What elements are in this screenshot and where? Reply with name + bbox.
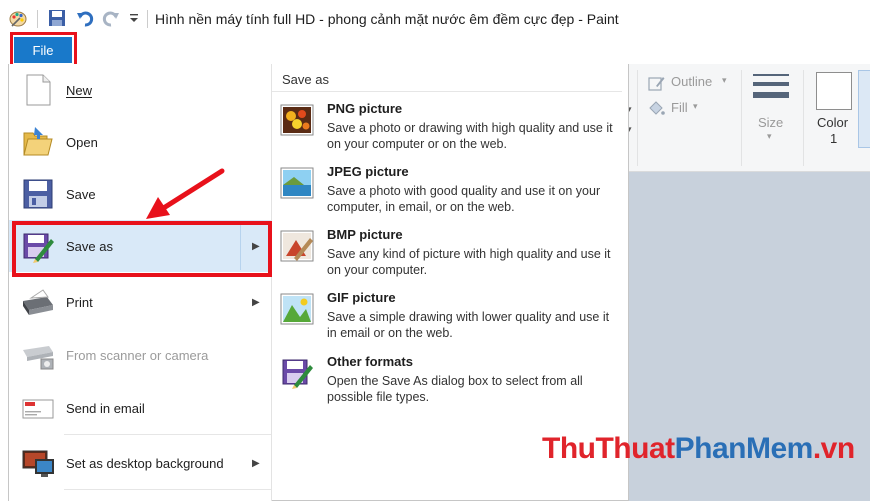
gif-picture-title: GIF picture (327, 290, 396, 305)
scanner-icon (21, 338, 55, 372)
save-option-gif[interactable]: GIF picture Save a simple drawing with l… (280, 290, 620, 352)
menu-item-send-email[interactable]: Send in email (9, 382, 271, 434)
png-picture-icon (280, 102, 316, 138)
print-submenu-arrow-icon[interactable]: ▶ (252, 297, 260, 308)
menu-item-open[interactable]: Open (9, 116, 271, 168)
other-formats-description: Open the Save As dialog box to select fr… (327, 374, 583, 404)
save-option-other-formats[interactable]: Other formats Open the Save As dialog bo… (280, 354, 620, 416)
menu-item-print[interactable]: Print ▶ (9, 276, 271, 328)
size-label: Size (758, 115, 784, 130)
menu-item-desktop-background[interactable]: Set as desktop background ▶ (9, 437, 271, 489)
menu-item-scanner-label: From scanner or camera (66, 347, 209, 363)
customize-toolbar-icon[interactable] (128, 10, 140, 26)
png-picture-title: PNG picture (327, 101, 403, 116)
menu-item-send-email-label: Send in email (66, 400, 145, 416)
jpeg-picture-icon (280, 165, 316, 201)
size-dropdown-icon: ▾ (767, 131, 772, 141)
file-tab-highlight-box (10, 32, 77, 67)
watermark: ThuThuatPhanMem.vn (542, 432, 855, 466)
menu-item-print-label: Print (66, 294, 93, 310)
save-option-bmp[interactable]: BMP picture Save any kind of picture wit… (280, 227, 620, 289)
menu-item-new[interactable]: New (9, 64, 271, 116)
fill-label: Fill (671, 100, 688, 115)
fill-dropdown-icon: ▾ (693, 101, 698, 111)
gif-picture-description: Save a simple drawing with lower quality… (327, 310, 610, 340)
title-separator (37, 10, 38, 28)
printer-icon (21, 285, 55, 319)
save-as-highlight-box (12, 221, 272, 277)
ribbon-separator-mid (741, 70, 742, 166)
menu-item-desktop-background-label: Set as desktop background (66, 455, 224, 471)
new-document-icon (21, 73, 55, 107)
watermark-part-3: .vn (812, 432, 855, 465)
bmp-picture-title: BMP picture (327, 227, 403, 242)
size-button[interactable]: Size ▾ (748, 70, 796, 150)
save-disk-icon (21, 177, 55, 211)
undo-icon[interactable] (76, 9, 94, 27)
title-separator-2 (147, 10, 148, 28)
watermark-part-1: ThuThuat (542, 432, 675, 465)
bmp-picture-icon (280, 228, 316, 264)
desktop-background-submenu-arrow-icon[interactable]: ▶ (252, 458, 260, 469)
jpeg-picture-title: JPEG picture (327, 164, 409, 179)
annotation-arrow-icon (146, 168, 225, 219)
size-lines-icon (751, 72, 791, 106)
other-formats-icon (280, 355, 316, 391)
title-bar: Hình nền máy tính full HD - phong cảnh m… (0, 0, 870, 36)
fill-button[interactable]: Fill ▾ (647, 98, 717, 118)
desktop-background-icon (21, 446, 55, 480)
file-menu-commands: New Open Save Save as ▶ Print ▶ From sca… (9, 64, 271, 501)
save-as-panel-heading: Save as (282, 72, 329, 87)
menu-separator-2 (64, 434, 271, 435)
ribbon-separator-left (637, 70, 638, 166)
jpeg-picture-description: Save a photo with good quality and use i… (327, 184, 601, 214)
outline-button[interactable]: Outline ▾ (647, 72, 737, 92)
ribbon-tab-row (0, 36, 870, 64)
color-1-number: 1 (830, 131, 838, 146)
watermark-part-2: PhanMem (674, 432, 814, 465)
outline-dropdown-icon: ▾ (722, 75, 727, 85)
outline-icon (647, 74, 665, 92)
quick-save-icon[interactable] (48, 9, 66, 27)
menu-item-save-label: Save (66, 186, 96, 202)
paint-window: Hình nền máy tính full HD - phong cảnh m… (0, 0, 870, 501)
ribbon-separator-right (803, 70, 804, 166)
bmp-picture-description: Save any kind of picture with high quali… (327, 247, 611, 277)
window-title: Hình nền máy tính full HD - phong cảnh m… (155, 11, 619, 27)
color-1-label: Color (817, 115, 849, 130)
gif-picture-icon (280, 291, 316, 327)
save-option-jpeg[interactable]: JPEG picture Save a photo with good qual… (280, 164, 620, 226)
outline-label: Outline (671, 74, 713, 89)
redo-icon[interactable] (102, 9, 120, 27)
other-formats-title: Other formats (327, 354, 413, 369)
color-1-swatch (816, 72, 852, 110)
paint-app-icon[interactable] (8, 8, 28, 28)
open-folder-icon (21, 125, 55, 159)
save-as-heading-divider (272, 91, 622, 92)
png-picture-description: Save a photo or drawing with high qualit… (327, 121, 613, 151)
menu-item-scanner: From scanner or camera (9, 329, 271, 381)
menu-item-open-label: Open (66, 134, 98, 150)
menu-column-divider (271, 64, 272, 501)
fill-bucket-icon (647, 99, 665, 117)
menu-separator-3 (64, 489, 271, 490)
color-1-button[interactable]: Color 1 (810, 70, 856, 148)
menu-item-new-label: New (66, 82, 93, 98)
email-icon (21, 391, 55, 425)
save-option-png[interactable]: PNG picture Save a photo or drawing with… (280, 101, 620, 163)
color-2-button[interactable] (858, 70, 870, 148)
